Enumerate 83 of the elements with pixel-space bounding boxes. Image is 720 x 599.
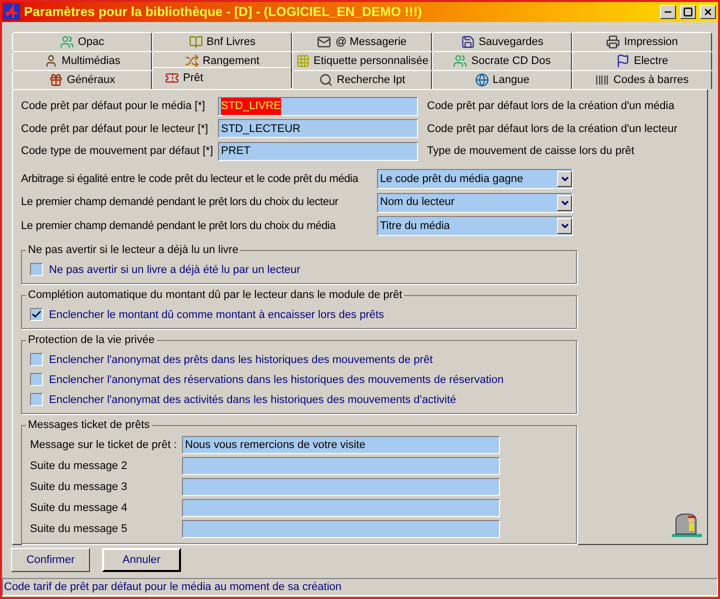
- tab[interactable]: Multimédias: [12, 51, 152, 70]
- field-label: Suite du message 3: [30, 480, 128, 496]
- checkbox-label: Enclencher l'anonymat des activités dans les historiques des mouvements d'activité: [49, 392, 456, 408]
- cancel-button[interactable]: Annuler: [102, 548, 181, 572]
- field-value: STD_LIVRE: [221, 98, 281, 115]
- gift-icon: [48, 73, 63, 87]
- field-description: Code prêt par défaut lors de la création d'un média: [427, 99, 674, 114]
- checkbox[interactable]: [30, 353, 43, 366]
- close-icon: [703, 7, 713, 17]
- tab[interactable]: Généraux: [12, 70, 152, 89]
- tab[interactable]: Sauvegardes: [432, 32, 572, 51]
- field-value: Nous vous remercions de votre visite: [185, 438, 366, 454]
- dropdown-label: Arbitrage si égalité entre le code prêt du lecteur et le code prêt du média: [21, 172, 360, 187]
- tab[interactable]: Socrate CD Dos: [432, 51, 572, 70]
- checkbox-label: Enclencher le montant dû comme montant à encaisser lors des prêts: [49, 308, 384, 323]
- field-label: Suite du message 5: [30, 522, 128, 538]
- group-title: Complétion automatique du montant dû par le lecteur dans le module de prêt: [26, 288, 404, 302]
- confirm-button[interactable]: Confirmer: [11, 548, 90, 572]
- checkbox[interactable]: [30, 373, 43, 386]
- tab[interactable]: Electre: [572, 51, 712, 70]
- field-label: Code prêt par défaut pour le média [*]: [21, 99, 206, 114]
- close-button[interactable]: [700, 5, 716, 19]
- ticket-icon: [165, 71, 179, 85]
- field-label: Code prêt par défaut pour le lecteur [*]: [21, 122, 210, 137]
- text-field[interactable]: Nous vous remercions de votre visite: [182, 436, 500, 454]
- globe-icon: [474, 73, 489, 87]
- tombstone-icon: [670, 512, 704, 538]
- field-value: PRET: [221, 144, 250, 160]
- search-icon: [318, 73, 333, 87]
- tab[interactable]: Langue: [432, 70, 572, 89]
- tab[interactable]: Recherche Ipt: [292, 70, 432, 89]
- flag-icon: [616, 54, 630, 68]
- field-label: Code type de mouvement par défaut [*]: [21, 144, 214, 160]
- minimize-button[interactable]: [660, 5, 676, 19]
- window-title: Paramètres pour la bibliothèque - [D] - (LOGICIEL_EN_DEMO !!!): [24, 3, 423, 22]
- checkbox[interactable]: [30, 393, 43, 406]
- field-description: Code prêt par défaut lors de la création d'un lecteur: [427, 122, 678, 137]
- group-title: Ne pas avertir si le lecteur a déjà lu un livre: [26, 242, 240, 257]
- tab[interactable]: @ Messagerie: [292, 32, 432, 51]
- tab[interactable]: Opac: [12, 32, 152, 51]
- tab[interactable]: Impression: [572, 32, 712, 51]
- group-title: Messages ticket de prêts: [26, 418, 152, 432]
- field-value: STD_LECTEUR: [221, 122, 300, 137]
- tab[interactable]: Etiquette personnalisée: [292, 51, 432, 70]
- people-icon: [453, 54, 468, 68]
- envelope-icon: [317, 35, 332, 49]
- maximize-icon: [683, 7, 693, 17]
- tab[interactable]: Bnf Livres: [152, 32, 292, 51]
- text-field[interactable]: [182, 520, 500, 538]
- dropdown[interactable]: Nom du lecteur: [377, 192, 573, 213]
- book-icon: [188, 35, 203, 49]
- text-field[interactable]: STD_LIVRE: [218, 96, 418, 116]
- checkbox[interactable]: [30, 263, 43, 276]
- people-icon: [60, 35, 74, 49]
- checkbox[interactable]: [30, 308, 43, 322]
- text-field[interactable]: PRET: [218, 142, 418, 161]
- person-icon: [44, 54, 58, 68]
- group-title: Protection de la vie privée: [26, 332, 157, 347]
- text-field[interactable]: [182, 478, 500, 496]
- dropdown-label: Le premier champ demandé pendant le prêt lors du choix du média: [21, 218, 337, 234]
- checkbox-label: Enclencher l'anonymat des réservations dans les historiques des mouvements de réservation: [49, 372, 504, 388]
- checkbox-label: Enclencher l'anonymat des prêts dans les historiques des mouvements de prêt: [49, 352, 433, 368]
- text-field[interactable]: STD_LECTEUR: [218, 119, 418, 138]
- field-label: Suite du message 4: [30, 501, 128, 516]
- status-bar: Code tarif de prêt par défaut pour le média au moment de sa création: [2, 578, 718, 596]
- arrows-icon: [184, 54, 199, 68]
- tab[interactable]: Prêt: [152, 67, 292, 88]
- barcode-icon: [595, 73, 610, 87]
- printer-icon: [606, 35, 620, 49]
- checkbox-label: Ne pas avertir si un livre a déjà été lu par un lecteur: [49, 262, 300, 278]
- tab[interactable]: Codes à barres: [572, 70, 712, 89]
- text-field[interactable]: [182, 457, 500, 476]
- field-label: Suite du message 2: [30, 459, 128, 474]
- maximize-button[interactable]: [680, 5, 696, 19]
- dropdown[interactable]: Titre du média: [377, 216, 573, 236]
- grid-icon: [296, 54, 310, 68]
- app-logo-icon: [4, 4, 20, 20]
- field-label: Message sur le ticket de prêt :: [30, 438, 178, 454]
- check-icon: [31, 309, 42, 320]
- dropdown-label: Le premier champ demandé pendant le prêt lors du choix du lecteur: [21, 195, 340, 210]
- field-description: Type de mouvement de caisse lors du prêt: [427, 144, 634, 160]
- dropdown[interactable]: Le code prêt du média gagne: [377, 169, 573, 190]
- text-field[interactable]: [182, 499, 500, 518]
